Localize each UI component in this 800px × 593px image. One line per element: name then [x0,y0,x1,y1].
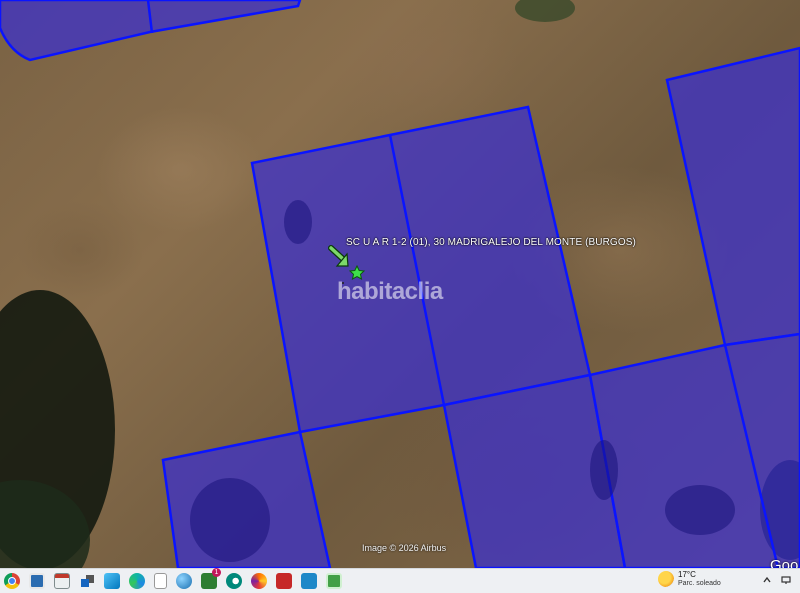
whatsapp-badge: 1 [212,568,221,577]
vegetation-spot [284,200,312,244]
vegetation-shadow [515,0,575,22]
imagery-credit: Image © 2026 Airbus [362,543,447,553]
file-icon[interactable] [154,573,167,589]
weather-temperature: 17°C [678,570,696,579]
parcel-label: SC U A R 1-2 (01), 30 MADRIGALEJO DEL MO… [346,237,636,248]
green-app-icon[interactable] [326,573,342,589]
weather-widget[interactable]: 17°C Parc. soleado [658,570,721,588]
weather-condition: Parc. soleado [678,580,721,587]
vegetation-spot [665,485,735,535]
window-icon[interactable] [54,573,70,589]
photos-icon[interactable] [104,573,120,589]
globe-icon[interactable] [176,573,192,589]
s-app-icon[interactable] [301,573,317,589]
chrome-icon[interactable] [4,573,20,589]
acrobat-icon[interactable] [276,573,292,589]
vegetation-spot [190,478,270,562]
parcel-right[interactable] [665,46,800,347]
vegetation-spot [590,440,618,500]
whatsapp-icon[interactable]: 1 [201,568,221,589]
habitaclia-watermark: habitaclia [337,278,443,305]
satellite-map[interactable]: SC U A R 1-2 (01), 30 MADRIGALEJO DEL MO… [0,0,800,568]
chevron-up-icon[interactable] [762,575,772,585]
network-icon[interactable] [781,575,791,585]
partly-sunny-icon [658,571,674,587]
parcel-main[interactable] [250,105,592,434]
presentation-icon[interactable] [29,573,45,589]
task-view-icon[interactable] [79,573,95,589]
firefox-icon[interactable] [251,573,267,589]
cloud-icon[interactable] [226,573,242,589]
edge-icon[interactable] [129,573,145,589]
provider-logo: Goo [770,557,799,568]
